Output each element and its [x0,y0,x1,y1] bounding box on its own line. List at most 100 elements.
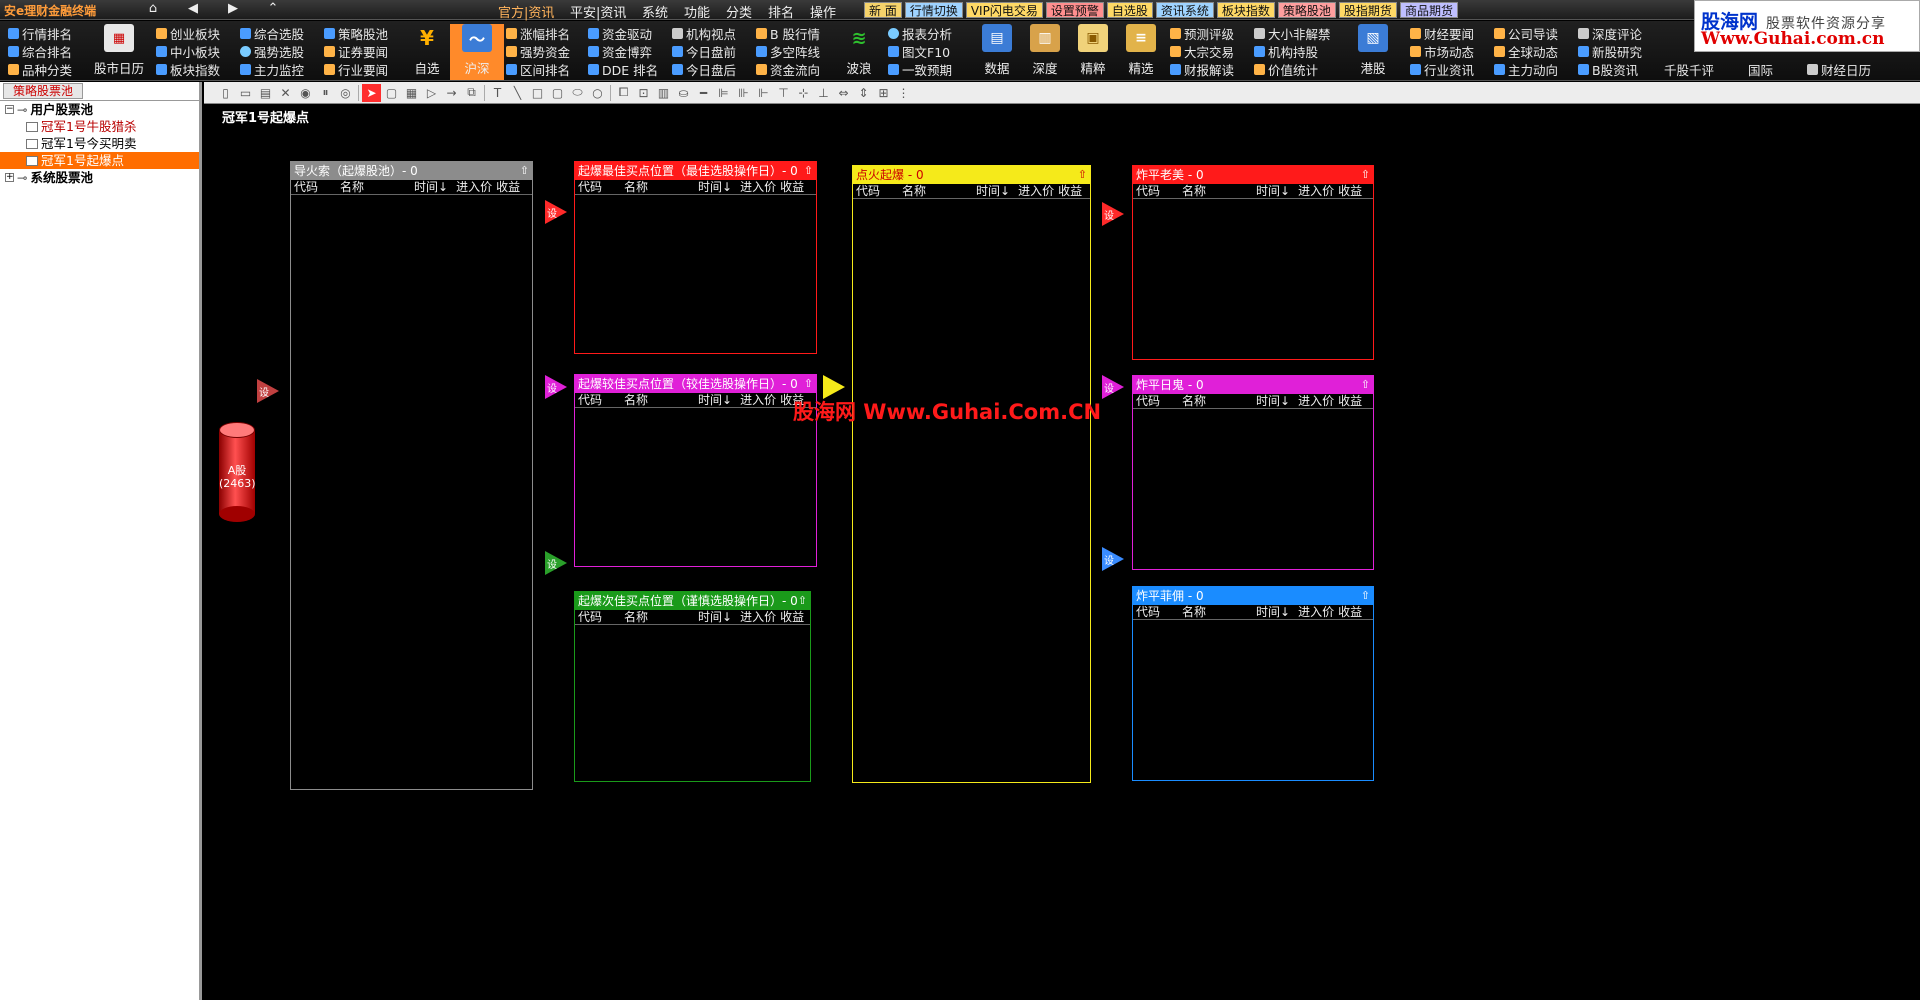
menu-operation[interactable]: 操作 [810,2,836,21]
toolbar-market-dynamics[interactable]: 市场动态 [1410,43,1474,60]
collapse-arrow-icon[interactable]: ⇧ [1361,376,1370,394]
column-header-code[interactable]: 代码 [578,610,602,624]
toolbar-quote-ranking[interactable]: 行情排名 [8,25,72,42]
column-header-time[interactable]: 时间↓ [698,393,732,407]
pool-box-fuse[interactable]: 导火索（起爆股池）- 0 ⇧ 代码 名称 时间↓ 进入价 收益 [290,161,533,790]
column-header-profit[interactable]: 收益 [1338,605,1362,619]
function-tag[interactable]: VIP闪电交易 [965,2,1043,18]
pool-box-better[interactable]: 起爆较佳买点位置（较佳选股操作日）- 0 ⇧ 代码 名称 时间↓ 进入价 收益 [574,374,817,567]
toolbar-sme-board[interactable]: 中小板块 [156,43,220,60]
collapse-arrow-icon[interactable]: ⇧ [804,375,813,393]
expand-icon[interactable]: + [5,173,14,182]
depth-button[interactable]: ▥ 深度 [1018,24,1072,77]
column-header-time[interactable]: 时间↓ [698,610,732,624]
column-header-name[interactable]: 名称 [624,610,648,624]
toolbar-long-short[interactable]: 多空阵线 [756,43,820,60]
toolbar-main-force-monitor[interactable]: 主力监控 [240,61,304,78]
menu-function[interactable]: 功能 [684,2,710,21]
settings-flag-icon[interactable]: 设 [1102,202,1124,226]
stock-calendar-button[interactable]: ▦ 股市日历 [92,24,146,77]
toolbar-lockup-expiry[interactable]: 大小非解禁 [1254,25,1331,42]
shanghai-shenzhen-button[interactable]: 〜 沪深 [450,24,504,80]
toolbar-finance-calendar[interactable]: 财经日历 [1807,61,1871,78]
grid-icon[interactable]: ⋮ [894,84,913,102]
column-header-price[interactable]: 进入价 [1298,605,1334,619]
column-header-code[interactable]: 代码 [856,184,880,198]
column-header-time[interactable]: 时间↓ [1256,394,1290,408]
toolbar-industry-info[interactable]: 行业资讯 [1410,61,1474,78]
column-header-name[interactable]: 名称 [340,180,364,194]
toolbar-board-index[interactable]: 板块指数 [156,61,220,78]
column-header-name[interactable]: 名称 [1182,184,1206,198]
toolbar-strong-funds[interactable]: 强势资金 [506,43,570,60]
pool-box-title[interactable]: 点火起爆 - 0 ⇧ [853,166,1090,184]
column-header-profit[interactable]: 收益 [1338,394,1362,408]
sidebar-tab-strategy-pool[interactable]: 策略股票池 [3,83,83,99]
collapse-arrow-icon[interactable]: ⇧ [520,162,529,180]
toolbar-strategy-pool[interactable]: 策略股池 [324,25,388,42]
settings-flag-icon[interactable]: 设 [545,200,567,224]
toolbar-deep-comment[interactable]: 深度评论 [1578,25,1642,42]
toolbar-comprehensive-pick[interactable]: 综合选股 [240,25,304,42]
toolbar-report-interpretation[interactable]: 财报解读 [1170,61,1234,78]
tree-node-bull-hunt[interactable]: 冠军1号牛股猎杀 [0,118,199,135]
pool-box-title[interactable]: 起爆较佳买点位置（较佳选股操作日）- 0 ⇧ [575,375,816,393]
paste-icon[interactable]: ⊡ [634,84,653,102]
pointer-icon[interactable]: ➤ [362,83,381,102]
text-icon[interactable]: T [488,84,507,102]
column-header-profit[interactable]: 收益 [780,180,804,194]
open-folder-icon[interactable]: ▭ [236,84,255,102]
toolbar-dde-ranking[interactable]: DDE 排名 [588,61,658,78]
column-header-price[interactable]: 进入价 [1018,184,1054,198]
tree-node-buy-sell[interactable]: 冠军1号今买明卖 [0,135,199,152]
column-header-name[interactable]: 名称 [902,184,926,198]
toolbar-bshare-info[interactable]: B股资讯 [1578,61,1642,78]
pool-box-title[interactable]: 炸平菲佣 - 0 ⇧ [1133,587,1373,605]
toolbar-institution-view[interactable]: 机构视点 [672,25,736,42]
toolbar-gem-board[interactable]: 创业板块 [156,25,220,42]
same-height-icon[interactable]: ⇕ [854,84,873,102]
column-header-profit[interactable]: 收益 [780,610,804,624]
pool-box-laomei[interactable]: 炸平老美 - 0 ⇧ 代码 名称 时间↓ 进入价 收益 [1132,165,1374,360]
function-tag[interactable]: 设置预警 [1045,2,1104,18]
same-size-icon[interactable]: ⊞ [874,84,893,102]
column-header-name[interactable]: 名称 [1182,394,1206,408]
pool-box-best[interactable]: 起爆最佳买点位置（最佳选股操作日）- 0 ⇧ 代码 名称 时间↓ 进入价 收益 [574,161,817,354]
column-header-profit[interactable]: 收益 [496,180,520,194]
triangle-icon[interactable]: ▷ [422,84,441,102]
column-header-price[interactable]: 进入价 [456,180,492,194]
ellipse-icon[interactable]: ⬭ [568,84,587,102]
column-header-code[interactable]: 代码 [578,393,602,407]
align-bottom-icon[interactable]: ⊥ [814,84,833,102]
column-header-time[interactable]: 时间↓ [414,180,448,194]
toolbar-pre-market[interactable]: 今日盘前 [672,43,736,60]
collapse-arrow-icon[interactable]: ⇧ [1361,166,1370,184]
column-header-name[interactable]: 名称 [624,180,648,194]
column-header-code[interactable]: 代码 [1136,605,1160,619]
save-icon[interactable]: ▤ [256,84,275,102]
column-header-price[interactable]: 进入价 [1298,394,1334,408]
line-icon[interactable]: ╲ [508,84,527,102]
column-header-price[interactable]: 进入价 [1298,184,1334,198]
tree-node-user-pool[interactable]: − ⊸ 用户股票池 [0,101,199,118]
toolbar-company-guide[interactable]: 公司导读 [1494,25,1558,42]
new-file-icon[interactable]: ▯ [216,84,235,102]
table-icon[interactable]: ▦ [402,84,421,102]
column-header-profit[interactable]: 收益 [1338,184,1362,198]
pool-box-ignite[interactable]: 点火起爆 - 0 ⇧ 代码 名称 时间↓ 进入价 收益 [852,165,1091,783]
align-left-icon[interactable]: ⊫ [714,84,733,102]
toolbar-variety-category[interactable]: 品种分类 [8,61,72,78]
round-rect-icon[interactable]: ▢ [548,84,567,102]
function-tag[interactable]: 新 面 [864,2,902,18]
pool-box-title[interactable]: 起爆最佳买点位置（最佳选股操作日）- 0 ⇧ [575,162,816,180]
up-icon[interactable]: ⌃ [264,1,282,16]
toolbar-forecast-rating[interactable]: 预测评级 [1170,25,1234,42]
column-header-code[interactable]: 代码 [578,180,602,194]
function-tag[interactable]: 板块指数 [1216,2,1275,18]
toolbar-gain-ranking[interactable]: 涨幅排名 [506,25,570,42]
toolbar-global-dynamics[interactable]: 全球动态 [1494,43,1558,60]
column-header-name[interactable]: 名称 [1182,605,1206,619]
column-header-price[interactable]: 进入价 [740,393,776,407]
column-header-time[interactable]: 时间↓ [1256,605,1290,619]
selected-button[interactable]: ≡ 精选 [1114,24,1168,77]
